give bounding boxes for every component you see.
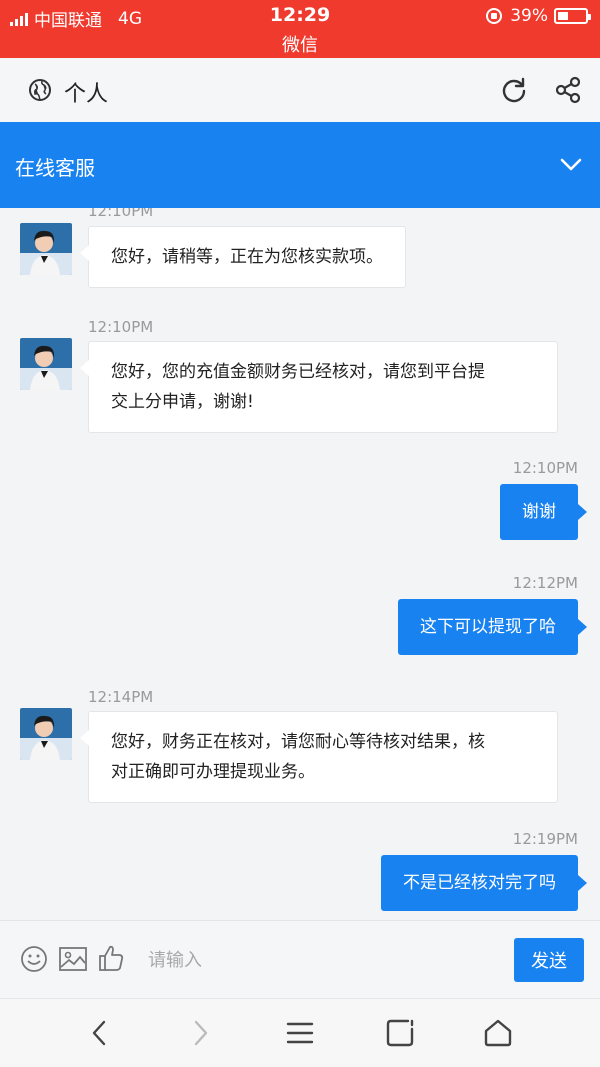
status-bar: 中国联通 4G 12:29 微信 39% <box>0 0 600 58</box>
send-button[interactable]: 发送 <box>514 938 584 982</box>
agent-avatar <box>20 708 72 760</box>
message-line: 对正确即可办理提现业务。 <box>111 762 315 782</box>
message-input[interactable] <box>136 937 506 983</box>
agent-avatar <box>20 223 72 275</box>
message-text: 谢谢 <box>522 502 556 522</box>
message-line: 交上分申请，谢谢! <box>111 392 254 412</box>
agent-message: 您好，请稍等，正在为您核实款项。 <box>80 226 406 288</box>
forward-icon[interactable] <box>184 1017 216 1049</box>
status-right: 39% <box>486 6 591 26</box>
thumb-up-icon[interactable] <box>97 943 125 973</box>
message-timestamp: 12:19PM <box>512 830 578 848</box>
message-timestamp: 12:10PM <box>88 318 154 336</box>
tabs-icon[interactable] <box>384 1017 416 1049</box>
home-icon[interactable] <box>482 1017 514 1049</box>
battery-icon <box>554 8 591 24</box>
message-timestamp: 12:10PM <box>88 208 154 220</box>
back-icon[interactable] <box>84 1017 116 1049</box>
message-line: 您好，您的充值金额财务已经核对，请您到平台提 <box>111 362 485 382</box>
share-icon[interactable] <box>554 76 582 104</box>
rotation-lock-icon <box>486 8 503 24</box>
menu-icon[interactable] <box>284 1017 316 1049</box>
input-bar: 发送 <box>0 920 600 998</box>
message-text: 您好，请稍等，正在为您核实款项。 <box>111 247 383 267</box>
user-message: 谢谢 <box>500 484 587 540</box>
image-icon[interactable] <box>58 945 88 973</box>
message-timestamp: 12:10PM <box>512 459 578 477</box>
user-message: 这下可以提现了哈 <box>398 599 587 655</box>
refresh-icon[interactable] <box>500 76 528 104</box>
battery-level <box>558 12 568 20</box>
message-timestamp: 12:12PM <box>512 574 578 592</box>
bottom-nav <box>0 998 600 1067</box>
browser-header: 个人 <box>0 58 600 122</box>
service-title: 在线客服 <box>15 156 95 180</box>
user-message: 不是已经核对完了吗 <box>381 855 587 911</box>
message-timestamp: 12:14PM <box>88 688 154 706</box>
page-title: 个人 <box>64 82 109 107</box>
smile-icon[interactable] <box>20 945 48 973</box>
service-bar[interactable]: 在线客服 <box>0 122 600 208</box>
chevron-down-icon[interactable] <box>556 152 586 176</box>
message-text: 这下可以提现了哈 <box>420 617 556 637</box>
app-name: 微信 <box>282 35 318 56</box>
agent-message: 您好，财务正在核对，请您耐心等待核对结果，核 对正确即可办理提现业务。 <box>80 711 558 803</box>
message-line: 您好，财务正在核对，请您耐心等待核对结果，核 <box>111 732 485 752</box>
chat-area[interactable]: 12:10PM 您好，请稍等，正在为您核实款项。 12:10PM 您好，您的充值… <box>0 208 600 920</box>
globe-icon[interactable] <box>28 78 52 102</box>
battery-percent: 39% <box>510 6 548 26</box>
agent-avatar <box>20 338 72 390</box>
message-text: 不是已经核对完了吗 <box>403 873 556 893</box>
agent-message: 您好，您的充值金额财务已经核对，请您到平台提 交上分申请，谢谢! <box>80 341 558 433</box>
